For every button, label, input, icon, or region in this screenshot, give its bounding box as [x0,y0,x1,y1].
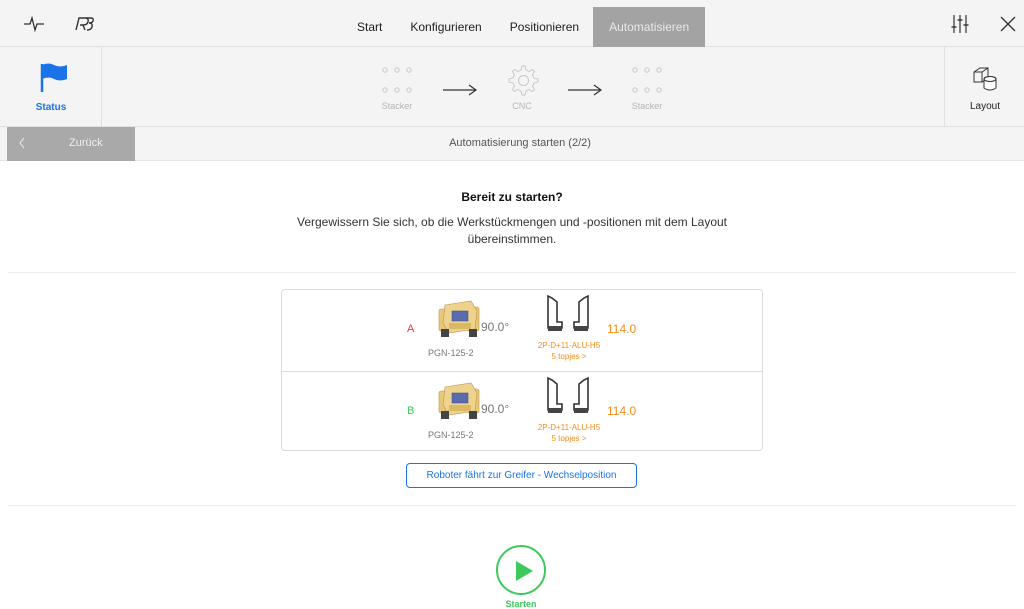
gripper-fingers-icon [547,294,589,331]
workflow-node-cnc[interactable]: CNC [492,61,552,121]
gripper-angle: 90.0° [481,402,510,416]
finger-count-link[interactable]: 5 topjes > [510,352,628,361]
arrow-right-icon [443,84,478,96]
gripper-letter: B [407,405,415,417]
gripper-table: A 90.0° PGN-125-2 114.0 2P-D+11-ALU-H5 5… [281,289,763,451]
finger-name: 2P-D+11-ALU-H5 [537,423,601,432]
finger-name: 2P-D+11-ALU-H5 [537,341,601,350]
gripper-row: A 90.0° PGN-125-2 114.0 2P-D+11-ALU-H5 5… [282,290,762,371]
dots-icon [382,67,412,93]
workflow-node-stacker-1[interactable]: Stacker [367,61,427,121]
top-bar: Start Konfigurieren Positionieren Automa… [0,0,1024,47]
workflow-node-stacker-2[interactable]: Stacker [617,61,677,121]
divider [8,272,1016,273]
page-title: Automatisierung starten (2/2) [449,137,591,149]
finger-value: 114.0 [607,322,637,336]
tab-automatisieren[interactable]: Automatisieren [593,7,706,47]
gripper-letter: A [407,323,415,335]
tab-positionieren[interactable]: Positionieren [496,7,593,47]
gripper-image-icon [438,382,480,419]
ready-description: Vergewissern Sie sich, ob die Werkstückm… [297,215,728,246]
divider [8,505,1016,506]
status-label: Status [35,102,67,113]
robotic-logo-icon[interactable] [73,13,95,35]
arrow-right-icon [568,84,603,96]
gripper-row: B 90.0° PGN-125-2 114.0 2P-D+11-ALU-H5 5… [282,371,762,452]
start-button[interactable] [496,545,546,595]
main-tabs: Start Konfigurieren Positionieren Automa… [343,7,706,47]
finger-value: 114.0 [607,404,637,418]
play-icon [516,561,533,581]
start-label: Starten [505,599,537,609]
gripper-name: PGN-125-2 [428,430,474,440]
flag-icon [40,63,67,92]
gear-icon [508,65,539,96]
finger-count-link[interactable]: 5 topjes > [510,434,628,443]
tab-konfigurieren[interactable]: Konfigurieren [396,7,495,47]
pulse-icon[interactable] [23,13,45,35]
cube-cylinder-icon [973,67,997,91]
workflow-node-label: CNC [512,101,532,111]
ready-heading: Bereit zu starten? [461,190,563,204]
status-button[interactable]: Status [0,47,102,127]
close-icon[interactable] [997,13,1019,35]
tab-start[interactable]: Start [343,7,396,47]
gripper-image-icon [438,300,480,337]
back-button-label: Zurück [69,137,103,149]
navigation-strip: Zurück Automatisierung starten (2/2) [0,127,1024,161]
workflow-bar: Status Stacker CNC Stacker Layout [0,47,1024,127]
dots-icon [632,67,662,93]
workflow-node-label: Stacker [631,101,663,111]
workflow-node-label: Stacker [381,101,413,111]
back-button[interactable]: Zurück [7,127,135,161]
layout-label: Layout [969,101,1001,112]
gripper-name: PGN-125-2 [428,348,474,358]
settings-sliders-icon[interactable] [949,13,971,35]
chevron-left-icon [19,137,25,149]
gripper-fingers-icon [547,376,589,413]
layout-button[interactable]: Layout [944,47,1024,127]
gripper-change-position-button[interactable]: Roboter fährt zur Greifer - Wechselposit… [406,463,637,488]
gripper-angle: 90.0° [481,320,510,334]
